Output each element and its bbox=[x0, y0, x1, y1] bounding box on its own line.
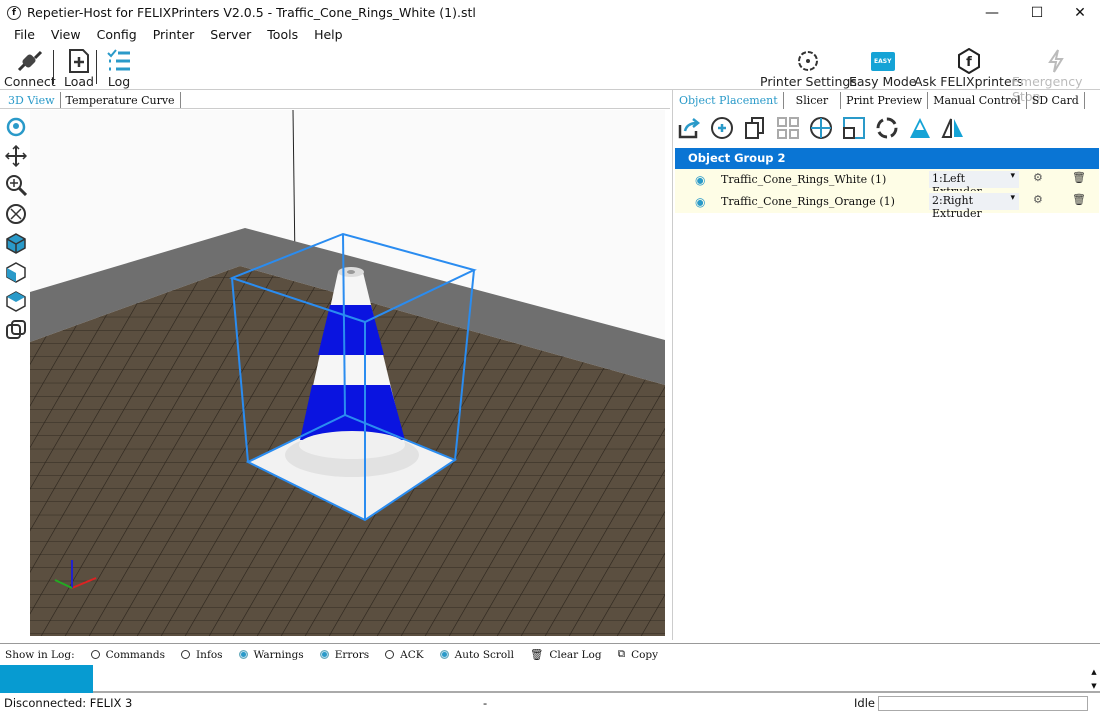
minimize-button[interactable]: — bbox=[970, 0, 1014, 25]
copy-icon: ⧉ bbox=[617, 648, 626, 660]
settings-gear-icon[interactable]: ⚙ bbox=[1033, 171, 1043, 184]
z-axis-line bbox=[292, 110, 296, 263]
right-tabs: Object Placement Slicer Print Preview Ma… bbox=[674, 92, 1085, 109]
delete-trash-icon[interactable]: 🗑 bbox=[1072, 193, 1086, 206]
iso-view-icon[interactable] bbox=[2, 228, 30, 257]
visibility-eye-icon[interactable]: ◉ bbox=[695, 195, 705, 209]
plug-icon bbox=[17, 50, 42, 72]
ack-radio[interactable]: ACK bbox=[385, 649, 424, 661]
export-icon[interactable] bbox=[676, 114, 701, 142]
perspective-icon[interactable] bbox=[2, 315, 30, 344]
menu-config[interactable]: Config bbox=[89, 27, 145, 42]
log-scrollbar[interactable]: ▲ ▼ bbox=[1088, 665, 1100, 693]
fit-view-icon[interactable] bbox=[2, 199, 30, 228]
tab-slicer[interactable]: Slicer bbox=[784, 92, 842, 109]
extruder-select[interactable]: 1:Left Extruder▾ bbox=[929, 171, 1019, 198]
object-row[interactable]: ◉ Traffic_Cone_Rings_White (1) 1:Left Ex… bbox=[675, 169, 1099, 198]
checklist-icon bbox=[107, 49, 130, 71]
tab-3d-view[interactable]: 3D View bbox=[3, 92, 61, 109]
add-object-icon[interactable] bbox=[709, 114, 734, 142]
extruder-select[interactable]: 2:Right Extruder ▾ bbox=[929, 193, 1019, 220]
3d-viewport[interactable] bbox=[30, 110, 665, 636]
mirror-icon[interactable] bbox=[940, 114, 965, 142]
menu-view[interactable]: View bbox=[43, 27, 89, 42]
toolbar-separator bbox=[53, 50, 54, 84]
printer-state: Idle bbox=[854, 696, 875, 710]
3d-scene bbox=[30, 110, 665, 636]
menu-help[interactable]: Help bbox=[306, 27, 351, 42]
show-in-log-label: Show in Log: bbox=[5, 648, 75, 661]
rotate-view-icon[interactable] bbox=[2, 112, 30, 141]
warnings-radio[interactable]: Warnings bbox=[238, 649, 304, 661]
easy-mode-button[interactable]: EASY Easy Mode bbox=[849, 48, 917, 89]
dropdown-arrow-icon: ▾ bbox=[1010, 171, 1015, 181]
felix-logo-icon: f bbox=[957, 48, 980, 74]
svg-text:f: f bbox=[966, 55, 972, 70]
scale-icon[interactable] bbox=[841, 114, 866, 142]
log-button[interactable]: Log bbox=[106, 48, 132, 89]
cut-icon[interactable] bbox=[907, 114, 932, 142]
log-progress-block bbox=[0, 665, 93, 693]
tab-manual-control[interactable]: Manual Control bbox=[928, 92, 1027, 109]
menu-tools[interactable]: Tools bbox=[259, 27, 306, 42]
easy-badge-icon: EASY bbox=[870, 52, 895, 71]
copy-object-icon[interactable] bbox=[742, 114, 767, 142]
menu-bar: File View Config Printer Server Tools He… bbox=[6, 27, 351, 42]
tab-temperature-curve[interactable]: Temperature Curve bbox=[61, 92, 181, 109]
tab-print-preview[interactable]: Print Preview bbox=[841, 92, 929, 109]
status-mid: - bbox=[483, 696, 488, 710]
tab-object-placement[interactable]: Object Placement bbox=[674, 92, 784, 109]
top-view-icon[interactable] bbox=[2, 286, 30, 315]
toolbar-separator bbox=[96, 50, 97, 84]
view-tools bbox=[2, 112, 30, 344]
commands-radio[interactable]: Commands bbox=[90, 649, 165, 661]
maximize-button[interactable]: ☐ bbox=[1015, 0, 1059, 25]
menu-printer[interactable]: Printer bbox=[145, 27, 203, 42]
menu-server[interactable]: Server bbox=[202, 27, 259, 42]
autoposition-icon[interactable] bbox=[775, 114, 800, 142]
file-add-icon bbox=[69, 49, 89, 73]
lightning-icon bbox=[1048, 49, 1064, 73]
close-button[interactable]: ✕ bbox=[1058, 0, 1100, 25]
infos-radio[interactable]: Infos bbox=[181, 649, 223, 661]
app-logo-icon: f bbox=[7, 5, 21, 20]
log-options: Show in Log: Commands Infos Warnings Err… bbox=[5, 648, 658, 661]
move-view-icon[interactable] bbox=[2, 141, 30, 170]
left-tabs: 3D View Temperature Curve bbox=[3, 92, 181, 109]
zoom-view-icon[interactable] bbox=[2, 170, 30, 199]
object-row[interactable]: ◉ Traffic_Cone_Rings_Orange (1) 2:Right … bbox=[675, 191, 1099, 220]
visibility-eye-icon[interactable]: ◉ bbox=[695, 173, 705, 187]
center-object-icon[interactable] bbox=[808, 114, 833, 142]
status-progress-bar bbox=[878, 696, 1088, 711]
menu-file[interactable]: File bbox=[6, 27, 43, 42]
auto-scroll-radio[interactable]: Auto Scroll bbox=[439, 649, 514, 661]
delete-trash-icon[interactable]: 🗑 bbox=[1072, 171, 1086, 184]
object-toolbar bbox=[676, 114, 965, 142]
connection-status: Disconnected: FELIX 3 bbox=[4, 696, 133, 710]
errors-radio[interactable]: Errors bbox=[319, 649, 369, 661]
ask-felixprinters-button[interactable]: f Ask FELIXprinters bbox=[914, 48, 1023, 89]
rotate-icon[interactable] bbox=[874, 114, 899, 142]
printer-settings-button[interactable]: Printer Settings bbox=[760, 48, 857, 89]
settings-gear-icon[interactable]: ⚙ bbox=[1033, 193, 1043, 206]
window-title: Repetier-Host for FELIXPrinters V2.0.5 -… bbox=[27, 5, 476, 20]
clear-log-button[interactable]: 🗑 Clear Log bbox=[529, 648, 602, 662]
front-view-icon[interactable] bbox=[2, 257, 30, 286]
load-button[interactable]: Load bbox=[64, 48, 94, 89]
connect-button[interactable]: Connect bbox=[4, 48, 56, 89]
gear-icon bbox=[798, 51, 819, 71]
copy-button[interactable]: ⧉ Copy bbox=[618, 648, 659, 661]
object-group-header[interactable]: Object Group 2 bbox=[675, 148, 1099, 169]
trash-icon: 🗑 bbox=[529, 649, 544, 661]
status-bar: Disconnected: FELIX 3 - Idle bbox=[0, 695, 1100, 712]
tab-sd-card[interactable]: SD Card bbox=[1027, 92, 1085, 109]
title-bar: f Repetier-Host for FELIXPrinters V2.0.5… bbox=[0, 0, 1100, 25]
dropdown-arrow-icon: ▾ bbox=[1010, 193, 1015, 203]
